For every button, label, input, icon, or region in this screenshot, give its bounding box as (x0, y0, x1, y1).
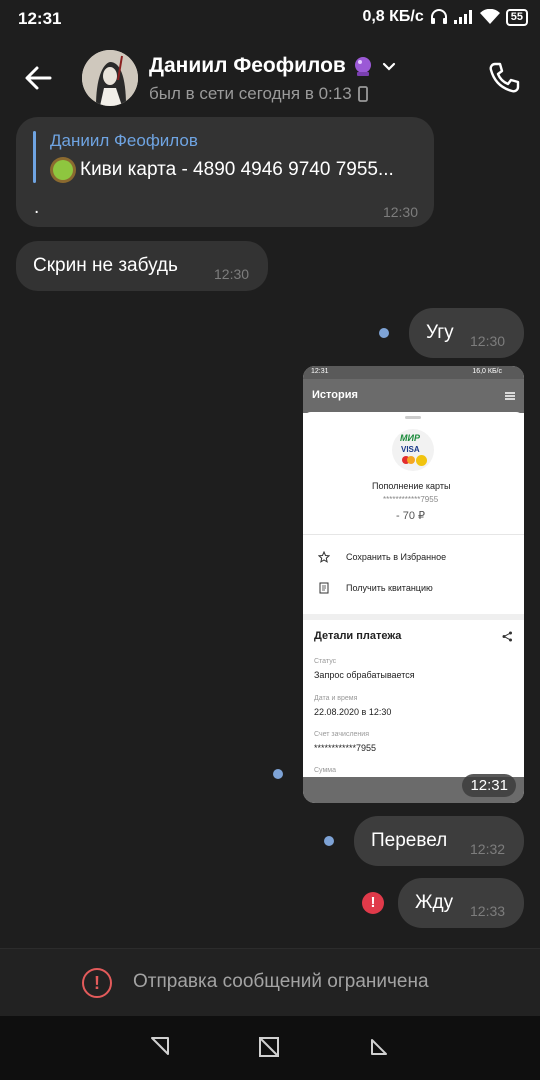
status-bar: 12:31 0,8 КБ/с 55 (0, 0, 540, 38)
headphones-icon (430, 9, 447, 24)
message-forwarded[interactable]: Даниил Феофилов Киви карта - 4890 4946 9… (16, 117, 434, 227)
contact-status-row: был в сети сегодня в 0:13 (149, 84, 368, 104)
error-icon[interactable]: ! (362, 892, 384, 914)
back-button[interactable] (20, 60, 56, 96)
photo-topbar: История (303, 379, 524, 413)
status-time: 12:31 (18, 9, 62, 28)
wifi-icon (479, 9, 500, 24)
card-mask: ************7955 (383, 495, 439, 504)
forward-quote-bar (33, 131, 36, 183)
battery-indicator: 55 (505, 8, 528, 26)
message-text: Скрин не забудь (33, 255, 178, 276)
avatar[interactable] (82, 50, 138, 106)
call-button[interactable] (484, 58, 524, 98)
photo-status-bar: 12:31 16,0 КБ/с (303, 366, 524, 379)
message-time: 12:32 (470, 841, 506, 857)
network-speed: 0,8 КБ/с (362, 8, 424, 25)
message-body: . (34, 197, 40, 218)
visa-logo: VISA (401, 445, 420, 454)
warning-icon: ! (82, 968, 112, 998)
message-time: 12:33 (470, 903, 506, 919)
star-icon (318, 551, 330, 563)
photo-sheet: МИР VISA Пополнение карты ************79… (303, 412, 524, 782)
signal-icon (453, 10, 472, 24)
unread-indicator (273, 769, 283, 779)
date-label: Дата и время (314, 695, 358, 702)
photo-message[interactable]: 12:31 16,0 КБ/с История МИР VISA Пополне… (303, 366, 524, 803)
sheet-handle (405, 416, 421, 419)
receipt-icon (319, 582, 329, 594)
clock-icon (416, 455, 427, 466)
unread-indicator (324, 836, 334, 846)
chevron-down-icon (382, 62, 395, 71)
contact-name: Даниил Феофилов (149, 54, 346, 77)
kiwi-icon (50, 157, 76, 183)
contact-name-row[interactable]: Даниил Феофилов (149, 54, 398, 78)
contact-status: был в сети сегодня в 0:13 (149, 84, 352, 103)
nav-home-icon[interactable] (258, 1036, 280, 1058)
message-outgoing[interactable]: Жду 12:33 (398, 878, 524, 928)
nav-back-icon[interactable] (150, 1036, 170, 1056)
message-text: Угу (426, 322, 454, 343)
card-title: Пополнение карты (372, 481, 451, 491)
status-label: Статус (314, 658, 337, 665)
message-text: Жду (415, 892, 454, 913)
status-indicators: 0,8 КБ/с 55 (362, 8, 528, 26)
account-label: Счет зачисления (314, 731, 369, 738)
message-outgoing[interactable]: Угу 12:30 (409, 308, 524, 358)
phone-icon (489, 62, 520, 93)
system-nav-bar (0, 1016, 540, 1080)
details-title: Детали платежа (314, 630, 402, 642)
photo-status-speed: 16,0 КБ/с (472, 368, 502, 375)
chat-header: Даниил Феофилов был в сети сегодня в 0:1… (0, 38, 540, 114)
message-text: Перевел (371, 830, 448, 851)
card-logo: МИР VISA (392, 429, 434, 471)
date-value: 22.08.2020 в 12:30 (314, 707, 392, 717)
forward-text: Киви карта - 4890 4946 9740 7955... (80, 159, 394, 180)
message-time: 12:30 (382, 204, 418, 220)
message-time: 12:30 (470, 333, 506, 349)
nav-recents-icon[interactable] (370, 1038, 388, 1056)
photo-status-time: 12:31 (311, 368, 329, 375)
mobile-icon (357, 86, 368, 102)
filter-icon (505, 392, 515, 400)
crystal-ball-icon (354, 57, 371, 76)
message-time: 12:31 (462, 774, 516, 797)
mir-logo: МИР (400, 433, 420, 443)
amount: - 70 ₽ (396, 510, 426, 522)
save-favorites: Сохранить в Избранное (346, 552, 447, 562)
unread-indicator (379, 328, 389, 338)
arrow-left-icon (25, 66, 52, 90)
restriction-bar: ! Отправка сообщений ограничена (0, 948, 540, 1016)
message-time: 12:30 (214, 266, 250, 282)
get-receipt: Получить квитанцию (346, 583, 433, 593)
forward-text-row: Киви карта - 4890 4946 9740 7955... (50, 157, 394, 183)
forward-author[interactable]: Даниил Феофилов (50, 131, 198, 151)
sum-label: Сумма (314, 767, 336, 774)
status-value: Запрос обрабатывается (314, 670, 415, 680)
account-value: ************7955 (314, 743, 377, 753)
share-icon (502, 631, 512, 642)
avatar-image (82, 50, 138, 106)
photo-history-title: История (312, 389, 358, 401)
message-incoming[interactable]: Скрин не забудь 12:30 (16, 241, 268, 291)
message-outgoing[interactable]: Перевел 12:32 (354, 816, 524, 866)
restriction-text: Отправка сообщений ограничена (133, 971, 429, 992)
